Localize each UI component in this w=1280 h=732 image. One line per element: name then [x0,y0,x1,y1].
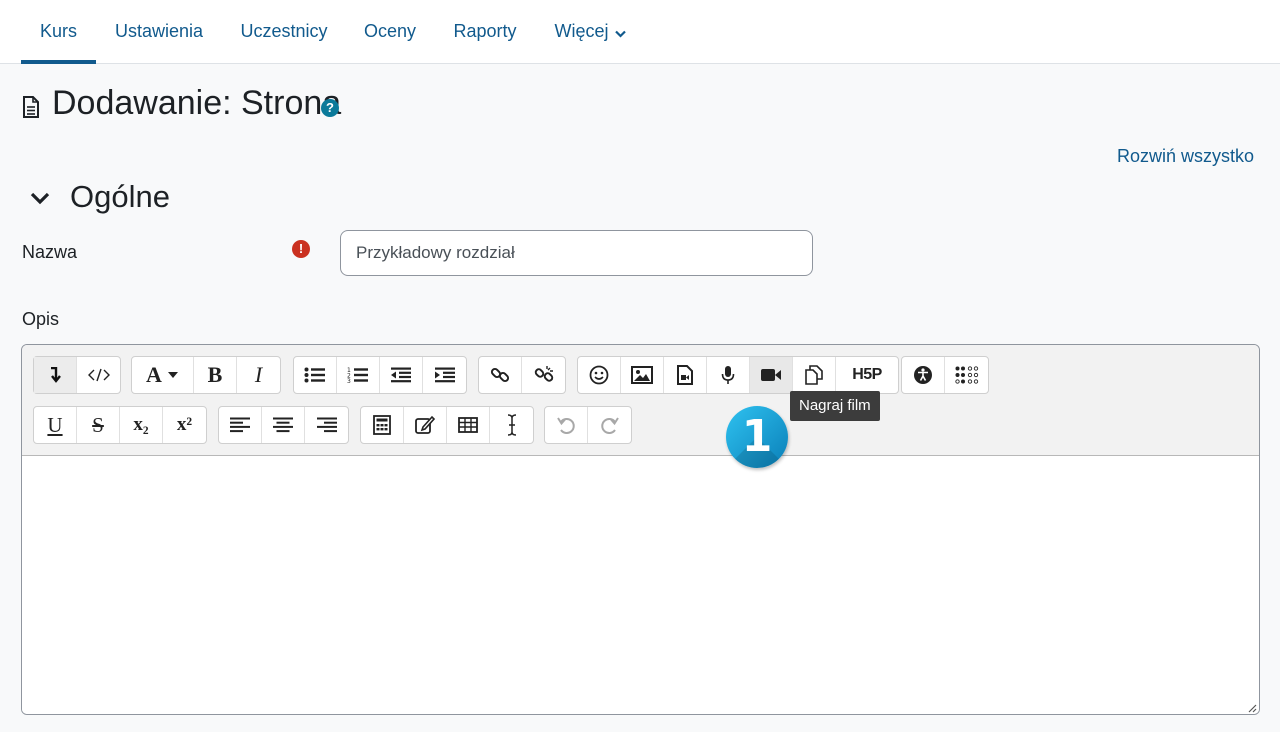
tab-raporty[interactable]: Raporty [446,0,524,64]
screen-reader-helper-icon[interactable] [945,357,988,393]
manage-files-icon[interactable] [793,357,836,393]
svg-text:3: 3 [347,378,351,384]
resize-handle-icon[interactable] [1245,700,1257,713]
equation-icon[interactable] [361,407,404,443]
superscript-icon[interactable]: x² [163,407,206,443]
toolbar-group-style: A B I [131,356,281,394]
required-icon: ! [292,240,310,258]
course-secondary-navigation: Kurs Ustawienia Uczestnicy Oceny Raporty… [0,0,1280,64]
indent-icon[interactable] [423,357,466,393]
table-icon[interactable] [447,407,490,443]
page-document-icon [22,96,40,118]
expand-all-link[interactable]: Rozwiń wszystko [1117,146,1254,167]
redo-icon[interactable] [588,407,631,443]
numbered-list-icon[interactable]: 123 [337,357,380,393]
section-title[interactable]: Ogólne [70,179,170,215]
bullet-list-icon[interactable] [294,357,337,393]
editor-toolbar: A B I 123 H5P U S x₂ x² [22,345,1259,456]
h5p-label: H5P [852,366,882,383]
font-style-icon[interactable]: A [132,357,194,393]
chevron-down-icon [614,1,626,63]
underline-label: U [47,412,63,437]
font-style-label: A [146,362,162,387]
text-editor: A B I 123 H5P U S x₂ x² [21,344,1260,715]
italic-icon[interactable]: I [237,357,280,393]
toolbar-group-accessibility [901,356,989,394]
subscript-label: x₂ [133,414,149,435]
align-center-icon[interactable] [262,407,305,443]
name-input[interactable] [340,230,813,276]
link-icon[interactable] [479,357,522,393]
chevron-down-icon[interactable] [30,191,50,207]
h5p-icon[interactable]: H5P [836,357,898,393]
name-label: Nazwa [22,242,78,262]
editor-content-area[interactable] [22,456,1259,714]
bold-label: B [207,362,223,387]
accessibility-checker-icon[interactable] [902,357,945,393]
special-char-icon[interactable] [404,407,447,443]
image-icon[interactable] [621,357,664,393]
toolbar-group-collapse [33,356,121,394]
strikethrough-icon[interactable]: S [77,407,120,443]
toolbar-group-history [544,406,632,444]
step-number-badge: 1 [726,406,788,468]
tab-wiecej[interactable]: Więcej [548,0,632,64]
superscript-label: x² [176,414,193,435]
collapse-toolbar-icon[interactable] [34,357,77,393]
align-left-icon[interactable] [219,407,262,443]
toolbar-group-tools [360,406,534,444]
outdent-icon[interactable] [380,357,423,393]
subscript-icon[interactable]: x₂ [120,407,163,443]
strikethrough-label: S [92,412,104,437]
tab-wiecej-label: Więcej [554,21,609,41]
unlink-icon[interactable] [522,357,565,393]
toolbar-group-lists: 123 [293,356,467,394]
toolbar-group-alignment [218,406,349,444]
bold-icon[interactable]: B [194,357,237,393]
record-video-tooltip: Nagraj film [790,391,880,421]
tab-kurs[interactable]: Kurs [21,0,96,64]
record-audio-icon[interactable] [707,357,750,393]
toolbar-group-formatting: U S x₂ x² [33,406,207,444]
help-icon[interactable]: ? [321,99,339,117]
description-label: Opis [22,309,60,329]
page-title: Dodawanie: Strona [52,84,342,122]
clear-formatting-icon[interactable] [490,407,533,443]
toolbar-group-insert: H5P [577,356,899,394]
tab-uczestnicy[interactable]: Uczestnicy [234,0,334,64]
media-icon[interactable] [664,357,707,393]
tab-oceny[interactable]: Oceny [358,0,422,64]
align-right-icon[interactable] [305,407,348,443]
record-video-icon[interactable] [750,357,793,393]
emoticon-icon[interactable] [578,357,621,393]
underline-icon[interactable]: U [34,407,77,443]
step-number: 1 [741,411,773,462]
toolbar-group-links [478,356,566,394]
html-source-icon[interactable] [77,357,120,393]
undo-icon[interactable] [545,407,588,443]
italic-label: I [254,362,263,387]
tab-ustawienia[interactable]: Ustawienia [110,0,208,64]
